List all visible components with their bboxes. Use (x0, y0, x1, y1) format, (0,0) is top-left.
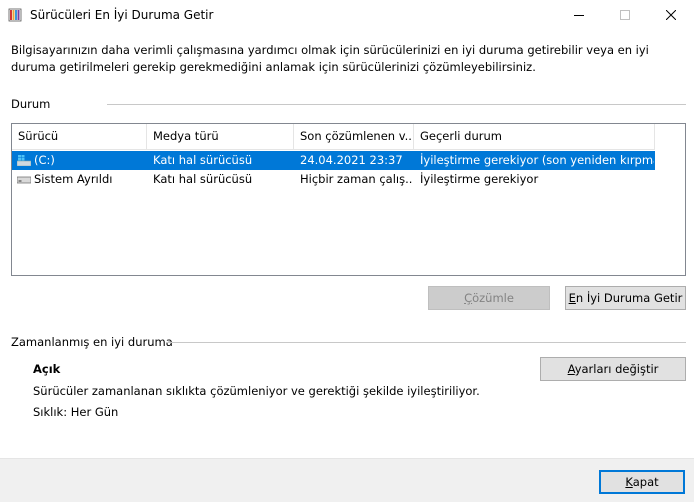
drive-list-header: Sürücü Medya türü Son çözümlenen v... Ge… (12, 124, 655, 150)
drive-last-analyzed: 24.04.2021 23:37 (300, 153, 403, 167)
close-button[interactable]: Kapat (599, 470, 685, 494)
close-mnemonic: K (625, 475, 633, 489)
defrag-app-icon (8, 8, 22, 22)
windows-drive-icon (17, 155, 31, 166)
drive-media-type: Katı hal sürücüsü (153, 172, 253, 186)
status-section-label: Durum (11, 97, 51, 111)
column-header-last-analyzed[interactable]: Son çözümlenen v... (294, 124, 414, 149)
column-header-drive[interactable]: Sürücü (12, 124, 147, 149)
title-bar: Sürücüleri En İyi Duruma Getir (0, 0, 694, 30)
maximize-icon (620, 10, 630, 20)
status-separator (107, 104, 686, 105)
optimize-mnemonic: E (568, 291, 576, 305)
drive-list[interactable]: Sürücü Medya türü Son çözümlenen v... Ge… (11, 123, 686, 276)
drive-name: (C:) (34, 153, 55, 167)
minimize-button[interactable] (556, 0, 602, 30)
intro-text: Bilgisayarınızın daha verimli çalışmasın… (11, 43, 649, 74)
analyze-button[interactable]: Çözümle (428, 286, 550, 310)
schedule-state: Açık (33, 362, 61, 376)
drive-row-system-reserved[interactable]: Sistem Ayrıldı Katı hal sürücüsü Hiçbir … (12, 170, 655, 189)
drive-last-analyzed: Hiçbir zaman çalış... (300, 172, 412, 186)
schedule-description: Sürücüler zamanlanan sıklıkta çözümleniy… (33, 384, 480, 398)
dialog-footer (0, 458, 694, 502)
change-settings-mnemonic: A (567, 362, 575, 376)
optimize-button[interactable]: En İyi Duruma Getir (565, 286, 686, 310)
schedule-frequency: Sıklık: Her Gün (33, 405, 119, 419)
drive-row-c[interactable]: (C:) Katı hal sürücüsü 24.04.2021 23:37 … (12, 151, 655, 170)
minimize-icon (574, 15, 584, 16)
drive-current-status: İyileştirme gerekiyor (420, 172, 539, 186)
column-header-current-status[interactable]: Geçerli durum (414, 124, 655, 149)
window-title: Sürücüleri En İyi Duruma Getir (30, 8, 214, 22)
drive-icon (17, 176, 31, 184)
maximize-button[interactable] (602, 0, 648, 30)
column-header-media-type[interactable]: Medya türü (147, 124, 294, 149)
change-settings-button[interactable]: Ayarları değiştir (540, 357, 686, 381)
scheduled-separator (166, 342, 686, 343)
drive-media-type: Katı hal sürücüsü (153, 153, 253, 167)
close-window-button[interactable] (648, 0, 694, 30)
drive-current-status: İyileştirme gerekiyor (son yeniden kırpm… (420, 153, 654, 167)
scheduled-section-label: Zamanlanmış en iyi duruma (11, 335, 173, 349)
analyze-mnemonic: Ç (464, 291, 473, 305)
drive-name: Sistem Ayrıldı (34, 172, 113, 186)
close-icon (666, 10, 676, 20)
